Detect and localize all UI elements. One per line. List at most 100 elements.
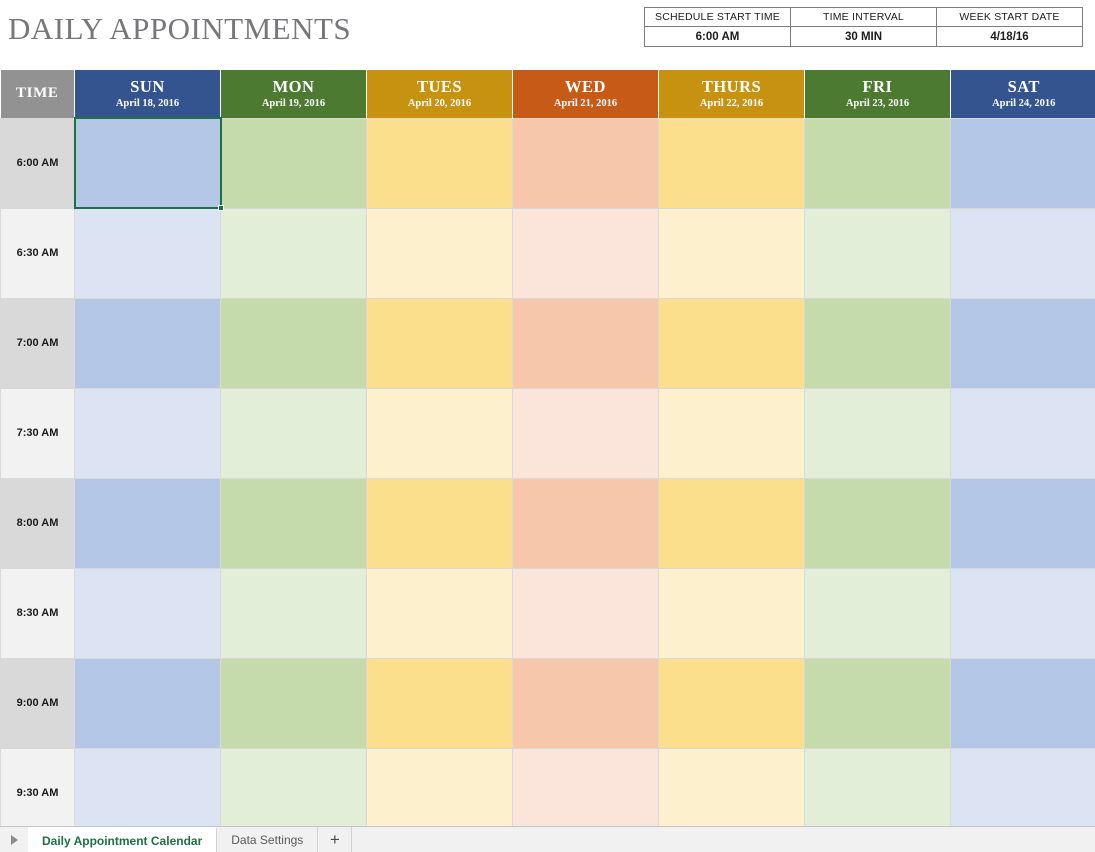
appointment-cell[interactable] [512, 747, 659, 828]
appointment-cell[interactable] [804, 657, 951, 749]
sheet-tab-active[interactable]: Daily Appointment Calendar [28, 827, 218, 852]
day-date: April 23, 2016 [845, 97, 910, 109]
day-date: April 21, 2016 [553, 97, 618, 109]
appointment-cell[interactable] [220, 207, 367, 299]
appointment-cell[interactable] [512, 657, 659, 749]
time-slot-label: 8:00 AM [0, 477, 75, 569]
day-name: WED [565, 76, 606, 96]
appointment-cell[interactable] [512, 117, 659, 209]
time-slot-label: 6:00 AM [0, 117, 75, 209]
appointment-cell[interactable] [74, 567, 221, 659]
appointment-cell[interactable] [74, 387, 221, 479]
day-column-header-sat: SAT April 24, 2016 [950, 70, 1095, 118]
sheet-tab-inactive[interactable]: Data Settings [217, 827, 319, 852]
appointment-cell[interactable] [74, 747, 221, 828]
time-column-header: TIME [0, 70, 75, 118]
day-date: April 20, 2016 [407, 97, 472, 109]
appointment-cell[interactable] [366, 567, 513, 659]
appointment-cell[interactable] [366, 117, 513, 209]
day-date: April 18, 2016 [115, 97, 180, 109]
appointment-cell[interactable] [658, 207, 805, 299]
appointment-cell[interactable] [366, 477, 513, 569]
page-title: DAILY APPOINTMENTS [8, 11, 352, 46]
appointment-cell[interactable] [220, 747, 367, 828]
appointment-cell[interactable] [658, 117, 805, 209]
calendar-header-row: TIME SUN April 18, 2016 MON April 19, 2016 T… [0, 70, 1095, 118]
appointment-cell[interactable] [74, 477, 221, 569]
calendar-row: 8:30 AM [0, 567, 1095, 659]
appointment-cell[interactable] [950, 747, 1095, 828]
add-sheet-button[interactable]: + [318, 827, 353, 852]
setting-value-week-start-date[interactable]: 4/18/16 [936, 26, 1083, 47]
calendar-row: 7:30 AM [0, 387, 1095, 479]
appointment-cell[interactable] [366, 297, 513, 389]
appointment-cell[interactable] [512, 567, 659, 659]
setting-value-schedule-start-time[interactable]: 6:00 AM [644, 26, 791, 47]
appointment-cell[interactable] [512, 387, 659, 479]
calendar-grid-container: TIME SUN April 18, 2016 MON April 19, 2016 T… [0, 70, 1095, 828]
time-slot-label: 7:00 AM [0, 297, 75, 389]
day-date: April 24, 2016 [992, 97, 1056, 109]
appointment-cell[interactable] [804, 117, 951, 209]
appointment-cell[interactable] [74, 117, 221, 209]
time-slot-label: 7:30 AM [0, 387, 75, 479]
appointment-cell[interactable] [804, 297, 951, 389]
appointment-cell[interactable] [220, 567, 367, 659]
day-date: April 19, 2016 [261, 97, 326, 109]
appointment-cell[interactable] [74, 657, 221, 749]
time-slot-label: 8:30 AM [0, 567, 75, 659]
appointment-cell[interactable] [74, 207, 221, 299]
appointment-cell[interactable] [950, 297, 1095, 389]
settings-value-row: 6:00 AM 30 MIN 4/18/16 [644, 26, 1083, 47]
appointment-cell[interactable] [804, 477, 951, 569]
appointment-cell[interactable] [950, 117, 1095, 209]
appointment-cell[interactable] [950, 567, 1095, 659]
appointment-cell[interactable] [74, 297, 221, 389]
calendar-table: TIME SUN April 18, 2016 MON April 19, 2016 T… [0, 70, 1095, 828]
appointment-cell[interactable] [804, 207, 951, 299]
tab-bar-filler [352, 827, 1095, 852]
appointment-cell[interactable] [658, 297, 805, 389]
setting-label-week-start-date: WEEK START DATE [936, 7, 1083, 27]
appointment-cell[interactable] [220, 387, 367, 479]
appointment-cell[interactable] [220, 297, 367, 389]
appointment-cell[interactable] [658, 747, 805, 828]
appointment-cell[interactable] [366, 387, 513, 479]
appointment-cell[interactable] [950, 207, 1095, 299]
play-right-icon [9, 834, 20, 846]
appointment-cell[interactable] [658, 657, 805, 749]
time-slot-label: 9:00 AM [0, 657, 75, 749]
day-name: MON [272, 76, 315, 96]
selection-fill-handle[interactable] [217, 205, 224, 211]
calendar-row: 7:00 AM [0, 297, 1095, 389]
spreadsheet-app: DAILY APPOINTMENTS SCHEDULE START TIME T… [0, 0, 1095, 852]
appointment-cell[interactable] [366, 747, 513, 828]
appointment-cell[interactable] [804, 387, 951, 479]
appointment-cell[interactable] [950, 387, 1095, 479]
day-date: April 22, 2016 [699, 97, 764, 109]
sheet-nav-next-button[interactable] [0, 827, 28, 852]
day-name: TUES [416, 76, 463, 96]
appointment-cell[interactable] [220, 477, 367, 569]
appointment-cell[interactable] [950, 657, 1095, 749]
appointment-cell[interactable] [512, 207, 659, 299]
appointment-cell[interactable] [366, 657, 513, 749]
appointment-cell[interactable] [658, 477, 805, 569]
setting-label-time-interval: TIME INTERVAL [790, 7, 937, 27]
day-name: THURS [701, 76, 762, 96]
appointment-cell[interactable] [512, 477, 659, 569]
appointment-cell[interactable] [220, 657, 367, 749]
appointment-cell[interactable] [220, 117, 367, 209]
appointment-cell[interactable] [658, 387, 805, 479]
top-band: DAILY APPOINTMENTS SCHEDULE START TIME T… [0, 0, 1095, 62]
setting-value-time-interval[interactable]: 30 MIN [790, 26, 937, 47]
appointment-cell[interactable] [950, 477, 1095, 569]
appointment-cell[interactable] [512, 297, 659, 389]
appointment-cell[interactable] [366, 207, 513, 299]
appointment-cell[interactable] [804, 567, 951, 659]
sheet-tab-bar: Daily Appointment Calendar Data Settings … [0, 826, 1095, 852]
time-slot-label: 6:30 AM [0, 207, 75, 299]
day-name: SAT [1007, 76, 1040, 96]
appointment-cell[interactable] [658, 567, 805, 659]
appointment-cell[interactable] [804, 747, 951, 828]
